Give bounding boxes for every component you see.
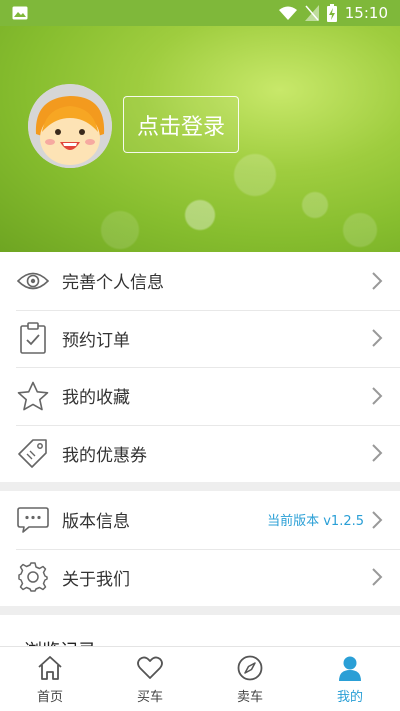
battery-charging-icon — [326, 4, 337, 22]
menu-item-label: 我的优惠券 — [62, 445, 147, 466]
tag-icon — [16, 436, 50, 470]
tab-home[interactable]: 首页 — [0, 647, 100, 711]
tab-label: 我的 — [336, 689, 363, 705]
menu-item-favorites[interactable]: 我的收藏 — [0, 367, 400, 425]
tab-sell-car[interactable]: 卖车 — [200, 647, 300, 711]
person-icon — [339, 656, 361, 681]
menu-item-version[interactable]: 版本信息 当前版本 v1.2.5 — [0, 491, 400, 549]
chevron-right-icon — [372, 272, 383, 290]
no-signal-icon — [304, 5, 319, 21]
menu-item-orders[interactable]: 预约订单 — [0, 309, 400, 368]
chevron-right-icon — [372, 568, 383, 586]
eye-icon — [16, 264, 50, 298]
browsing-history-section: 浏览记录 — [0, 615, 400, 647]
menu-item-label: 关于我们 — [62, 569, 130, 590]
chevron-right-icon — [372, 387, 383, 405]
menu-item-label: 完善个人信息 — [62, 273, 164, 294]
tab-label: 买车 — [136, 689, 163, 705]
chevron-right-icon — [372, 511, 383, 529]
gallery-notification-icon — [12, 6, 28, 20]
chevron-right-icon — [372, 329, 383, 347]
profile-header: 点击登录 — [0, 0, 400, 252]
menu-group-other: 版本信息 当前版本 v1.2.5 关于我们 — [0, 491, 400, 606]
gear-icon — [16, 560, 50, 594]
menu-item-label: 我的收藏 — [62, 388, 130, 409]
tab-mine[interactable]: 我的 — [300, 647, 400, 711]
bottom-tab-bar: 首页 买车 卖车 我的 — [0, 646, 400, 711]
star-icon — [16, 379, 50, 413]
status-time: 15:10 — [344, 4, 388, 22]
version-value: 当前版本 v1.2.5 — [267, 514, 364, 530]
menu-item-label: 预约订单 — [62, 330, 130, 351]
menu-item-about[interactable]: 关于我们 — [0, 548, 400, 607]
heart-icon — [137, 656, 163, 679]
compass-icon — [237, 655, 263, 680]
avatar[interactable] — [28, 84, 112, 168]
tab-label: 首页 — [36, 689, 63, 705]
tab-buy-car[interactable]: 买车 — [100, 647, 200, 711]
menu-item-label: 版本信息 — [62, 512, 130, 533]
chevron-right-icon — [372, 444, 383, 462]
wifi-icon — [278, 6, 297, 20]
login-button[interactable]: 点击登录 — [123, 96, 239, 153]
status-bar: 15:10 — [0, 0, 400, 26]
chat-icon — [16, 503, 50, 537]
cartoon-avatar-icon — [28, 84, 112, 168]
home-icon — [38, 655, 62, 680]
tab-label: 卖车 — [236, 689, 263, 705]
menu-item-coupons[interactable]: 我的优惠券 — [0, 424, 400, 483]
menu-item-profile[interactable]: 完善个人信息 — [0, 252, 400, 310]
menu-group-main: 完善个人信息 预约订单 我的收藏 我的优惠券 — [0, 252, 400, 482]
clipboard-check-icon — [16, 321, 50, 355]
